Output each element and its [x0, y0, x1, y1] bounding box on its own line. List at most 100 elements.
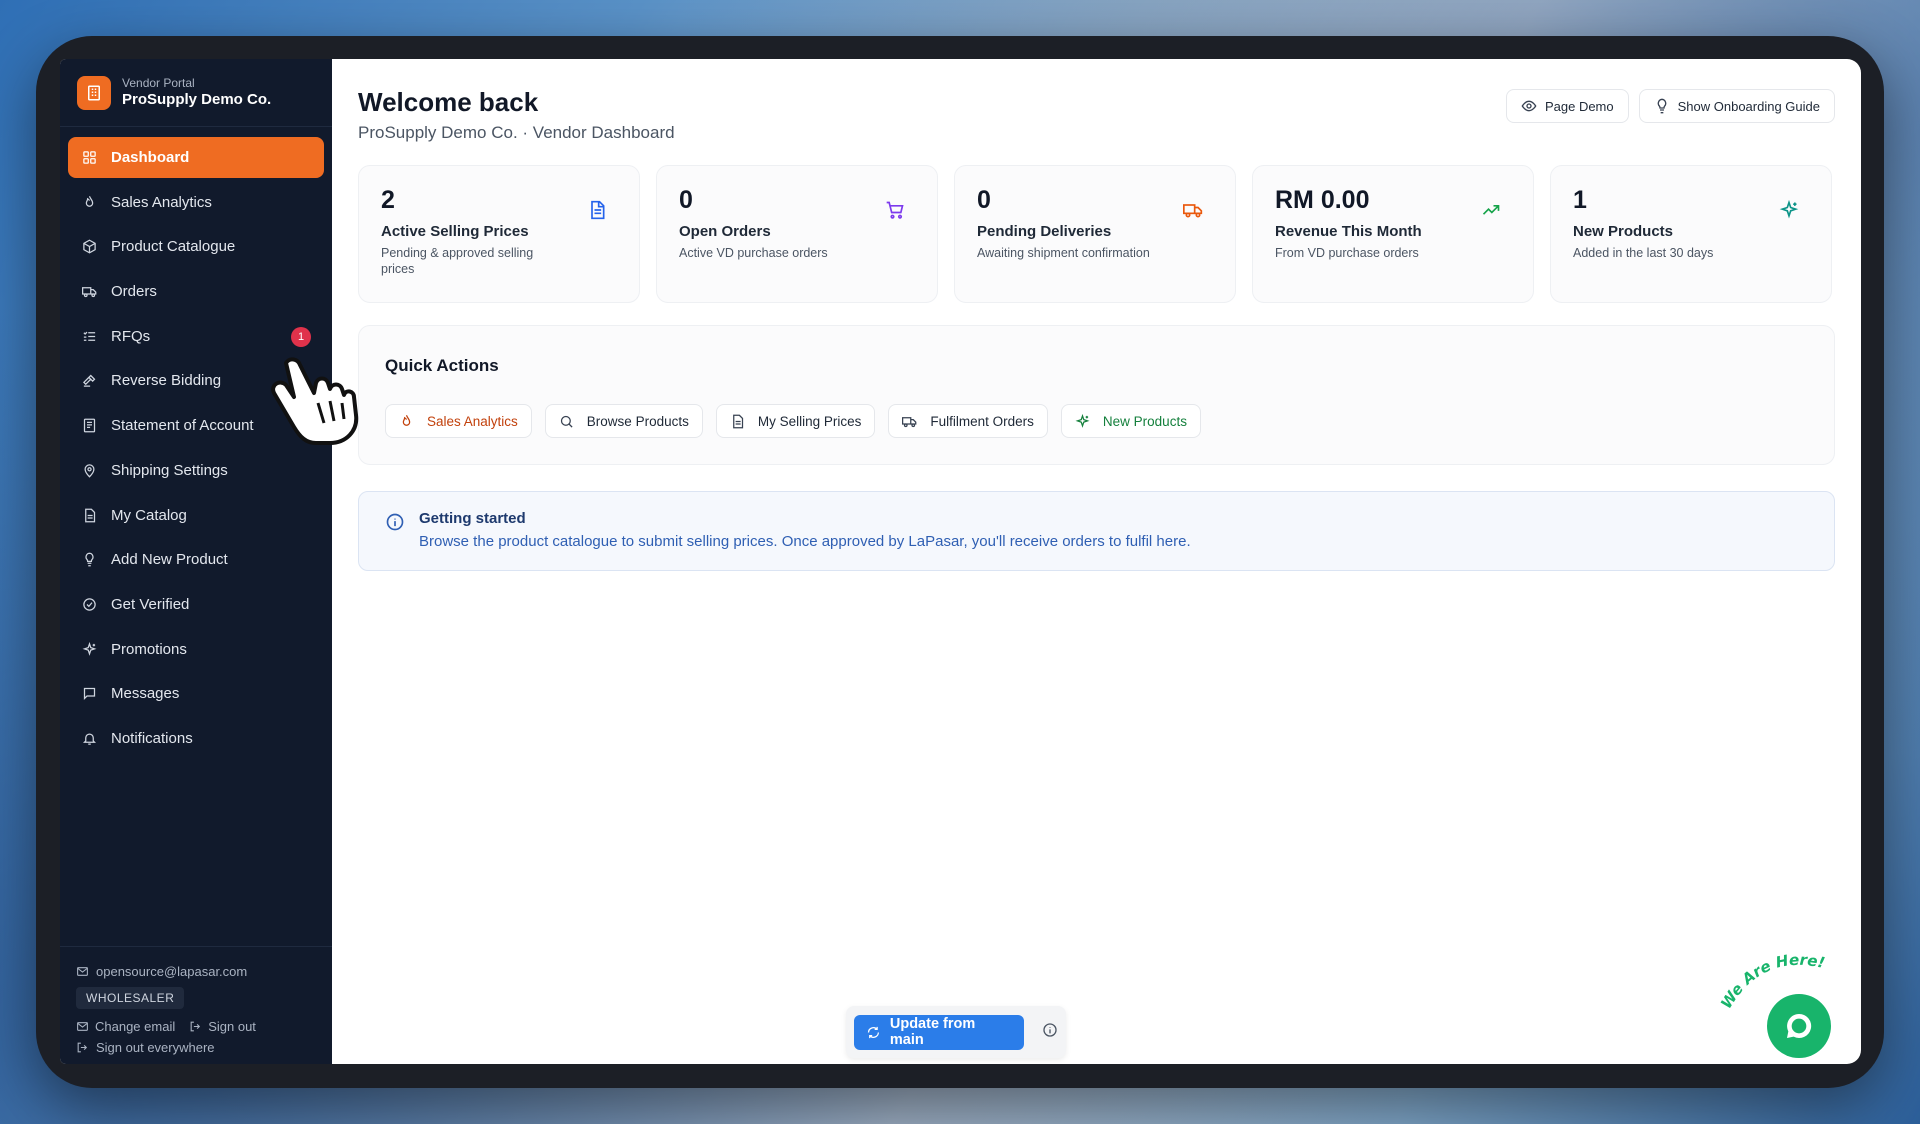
building-logo-icon [77, 75, 111, 110]
sidebar-item-my-catalog[interactable]: My Catalog [68, 495, 324, 536]
sidebar-item-label: My Catalog [111, 506, 187, 524]
stats-row: 2 Active Selling Prices Pending & approv… [358, 165, 1835, 303]
sparkles-icon [1779, 199, 1799, 225]
stat-description: Awaiting shipment confirmation [977, 246, 1150, 260]
qa-browse-products-button[interactable]: Browse Products [544, 404, 703, 438]
alert-text: Browse the product catalogue to submit s… [419, 533, 1191, 550]
sidebar-item-label: Messages [111, 685, 180, 703]
change-email-label: Change email [95, 1018, 176, 1034]
stat-label: Active Selling Prices [381, 223, 529, 240]
check-circle-icon [81, 596, 97, 612]
sign-out-label: Sign out [208, 1018, 256, 1034]
sidebar-item-label: Shipping Settings [111, 461, 228, 479]
alert-title: Getting started [419, 510, 526, 527]
sidebar-item-label: Orders [111, 283, 157, 301]
update-label: Update from main [889, 1016, 976, 1048]
flame-icon [402, 414, 411, 426]
hand-cursor-icon [271, 357, 359, 445]
sidebar-item-add-new-product[interactable]: Add New Product [68, 539, 324, 580]
brand-name: ProSupply Demo Co. [122, 91, 272, 108]
stat-card-revenue-this-month[interactable]: RM 0.00 Revenue This Month From VD purch… [1252, 165, 1534, 303]
sidebar-item-label: Get Verified [111, 595, 190, 613]
sidebar-item-label: Statement of Account [111, 417, 254, 435]
getting-started-alert: Getting started Browse the product catal… [358, 491, 1835, 571]
chat-widget[interactable]: We Are Here! [1711, 948, 1831, 1058]
deploy-toolbar: Update from main [846, 1006, 1066, 1058]
onboarding-label: Show Onboarding Guide [1677, 98, 1820, 114]
brand-subtitle: Vendor Portal [122, 76, 195, 90]
truck-icon [81, 284, 97, 300]
stat-label: New Products [1573, 223, 1674, 240]
sidebar-footer: opensource@lapasar.com WHOLESALER Change… [60, 946, 332, 1064]
page-header: Welcome back ProSupply Demo Co. · Vendor… [358, 85, 1835, 143]
mail-icon [77, 966, 88, 976]
sparkles-icon [81, 641, 97, 657]
truck-icon [1183, 200, 1203, 225]
search-icon [560, 415, 573, 428]
lightbulb-icon [1657, 98, 1666, 114]
sidebar-item-sales-analytics[interactable]: Sales Analytics [68, 182, 324, 223]
map-pin-icon [81, 462, 97, 478]
page-subtitle: ProSupply Demo Co. · Vendor Dashboard [358, 123, 675, 142]
qa-sales-analytics-button[interactable]: Sales Analytics [385, 404, 532, 438]
qa-new-products-button[interactable]: New Products [1060, 404, 1201, 438]
sidebar-item-label: Product Catalogue [111, 238, 236, 256]
account-email-row: opensource@lapasar.com [76, 961, 316, 981]
sidebar-item-label: Reverse Bidding [111, 372, 222, 390]
grid-icon [81, 150, 97, 166]
stat-value: 0 [679, 186, 693, 214]
stat-value: 1 [1573, 186, 1587, 214]
page-title: Welcome back [358, 87, 539, 117]
document-icon [587, 200, 607, 225]
sign-out-link[interactable]: Sign out [189, 1019, 256, 1034]
chat-bubble-icon [1767, 994, 1831, 1058]
sidebar-item-label: Add New Product [111, 551, 228, 569]
bell-icon [81, 730, 97, 746]
sidebar-item-get-verified[interactable]: Get Verified [68, 584, 324, 625]
page-demo-label: Page Demo [1544, 98, 1614, 114]
qa-my-selling-prices-button[interactable]: My Selling Prices [715, 404, 876, 438]
sidebar-item-rfqs[interactable]: RFQs 1 [68, 316, 324, 357]
stat-card-open-orders[interactable]: 0 Open Orders Active VD purchase orders [656, 165, 938, 303]
stat-value: 0 [977, 186, 991, 214]
info-icon [385, 512, 405, 552]
stat-label: Pending Deliveries [977, 223, 1112, 240]
sidebar-item-promotions[interactable]: Promotions [68, 629, 324, 670]
main-content: Welcome back ProSupply Demo Co. · Vendor… [332, 59, 1861, 1064]
stat-value: RM 0.00 [1275, 186, 1370, 214]
sidebar-item-notifications[interactable]: Notifications [68, 718, 324, 759]
sidebar-item-messages[interactable]: Messages [68, 673, 324, 714]
sidebar-nav: Dashboard Sales Analytics Product Catalo… [60, 127, 332, 773]
page-demo-button[interactable]: Page Demo [1505, 89, 1629, 123]
qa-fulfilment-orders-button[interactable]: Fulfilment Orders [888, 404, 1048, 438]
sidebar-item-dashboard[interactable]: Dashboard [68, 137, 324, 178]
update-from-main-button[interactable]: Update from main [854, 1014, 1024, 1050]
rfq-count-badge: 1 [291, 326, 311, 347]
sidebar-item-product-catalogue[interactable]: Product Catalogue [68, 226, 324, 267]
account-links: Change email Sign out [76, 1015, 316, 1037]
lightbulb-icon [81, 552, 97, 568]
sidebar-item-label: Dashboard [111, 149, 190, 166]
sidebar-item-orders[interactable]: Orders [68, 271, 324, 312]
sidebar-item-label: Sales Analytics [111, 193, 212, 211]
sign-out-everywhere-link[interactable]: Sign out everywhere [76, 1037, 316, 1057]
show-onboarding-guide-button[interactable]: Show Onboarding Guide [1638, 89, 1835, 123]
stat-description: From VD purchase orders [1275, 246, 1419, 260]
stat-description: Added in the last 30 days [1573, 246, 1714, 260]
sidebar: Vendor Portal ProSupply Demo Co. Dashboa… [60, 59, 332, 1064]
sidebar-item-shipping-settings[interactable]: Shipping Settings [68, 450, 324, 491]
change-email-link[interactable]: Change email [76, 1019, 175, 1034]
stat-card-active-selling-prices[interactable]: 2 Active Selling Prices Pending & approv… [358, 165, 640, 303]
stat-card-new-products[interactable]: 1 New Products Added in the last 30 days [1550, 165, 1832, 303]
logout-icon [190, 1021, 201, 1031]
qa-label: Sales Analytics [427, 413, 518, 429]
eye-icon [1521, 100, 1537, 112]
sparkles-icon [1075, 413, 1090, 428]
file-icon [81, 507, 97, 523]
sidebar-item-label: Promotions [111, 640, 187, 658]
mail-icon [77, 1021, 88, 1031]
stat-value: 2 [381, 186, 395, 214]
stat-card-pending-deliveries[interactable]: 0 Pending Deliveries Awaiting shipment c… [954, 165, 1236, 303]
sidebar-item-label: Notifications [111, 729, 193, 747]
info-icon[interactable] [1042, 1022, 1058, 1043]
